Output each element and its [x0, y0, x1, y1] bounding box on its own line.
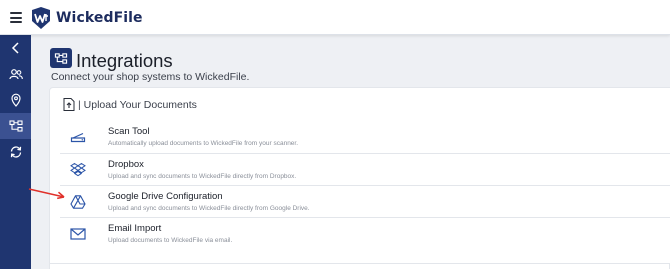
- upload-documents-card: | Upload Your Documents Scan Tool Automa…: [49, 87, 670, 269]
- sidebar-item-users[interactable]: [0, 61, 31, 87]
- upload-document-icon: [63, 98, 75, 111]
- integrations-page-icon: [50, 48, 72, 68]
- item-description: Upload and sync documents to WickedFile …: [108, 205, 310, 212]
- top-bar: WickedFile: [0, 0, 670, 35]
- card-title: | Upload Your Documents: [78, 99, 197, 111]
- envelope-icon: [70, 228, 86, 240]
- next-card-edge: [49, 263, 670, 269]
- wickedfile-logo-icon[interactable]: [29, 6, 53, 30]
- hamburger-menu-icon[interactable]: [10, 12, 22, 23]
- sidebar-collapse-button[interactable]: [0, 35, 31, 61]
- annotation-arrow-icon: [28, 188, 65, 200]
- item-description: Automatically upload documents to Wicked…: [108, 140, 299, 147]
- page-title: Integrations: [76, 50, 173, 71]
- sidebar: [0, 35, 31, 269]
- sidebar-item-integrations[interactable]: [0, 113, 31, 139]
- list-item-email-import[interactable]: Email Import Upload documents to WickedF…: [60, 217, 670, 249]
- dropbox-icon: [70, 162, 86, 177]
- integrations-icon: [8, 120, 23, 132]
- google-drive-icon: [70, 195, 86, 209]
- sidebar-item-locations[interactable]: [0, 87, 31, 113]
- list-item-google-drive[interactable]: Google Drive Configuration Upload and sy…: [60, 185, 670, 217]
- sync-icon: [10, 146, 21, 158]
- item-title: Scan Tool: [108, 126, 150, 137]
- page-subtitle: Connect your shop systems to WickedFile.: [51, 71, 250, 83]
- scanner-icon: [70, 132, 86, 143]
- item-title: Dropbox: [108, 159, 144, 170]
- sidebar-item-sync[interactable]: [0, 139, 31, 165]
- users-icon: [8, 69, 23, 80]
- main-content: Integrations Connect your shop systems t…: [31, 35, 670, 269]
- list-item-dropbox[interactable]: Dropbox Upload and sync documents to Wic…: [60, 153, 670, 185]
- chevron-left-icon: [11, 42, 19, 54]
- item-title: Email Import: [108, 223, 162, 234]
- list-item-scan-tool[interactable]: Scan Tool Automatically upload documents…: [60, 121, 670, 153]
- item-description: Upload documents to WickedFile via email…: [108, 237, 233, 244]
- item-description: Upload and sync documents to WickedFile …: [108, 173, 297, 180]
- brand-name[interactable]: WickedFile: [56, 10, 143, 26]
- item-title: Google Drive Configuration: [108, 191, 223, 202]
- integration-list: Scan Tool Automatically upload documents…: [60, 121, 670, 249]
- location-pin-icon: [10, 93, 21, 107]
